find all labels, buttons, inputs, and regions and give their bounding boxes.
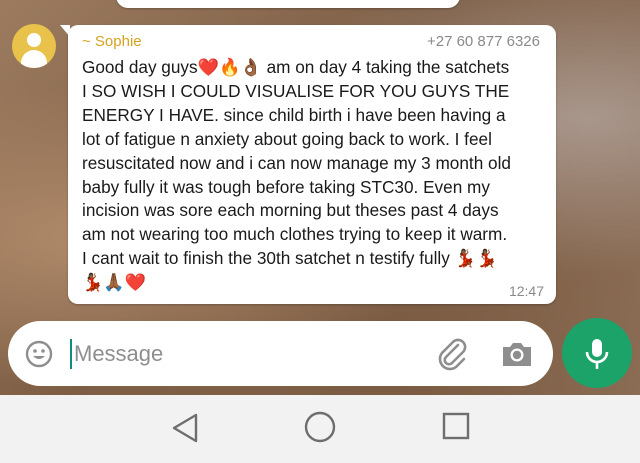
sender-avatar[interactable] [12,24,56,68]
sender-phone[interactable]: +27 60 877 6326 [427,33,540,50]
attach-icon[interactable] [436,337,468,371]
message-composer[interactable]: Message [8,321,553,386]
mic-icon [585,339,609,369]
avatar-head-shape [27,33,41,47]
camera-icon[interactable] [500,339,534,369]
text-caret [70,339,72,369]
message-bubble[interactable]: ~ Sophie +27 60 877 6326 Good day guys❤️… [68,25,556,304]
message-text: Good day guys❤️🔥👌🏾 am on day 4 taking th… [82,57,511,293]
previous-message-bubble[interactable] [116,0,460,8]
sender-name[interactable]: ~ Sophie [82,33,142,50]
message-time: 12:47 [508,283,544,299]
back-icon[interactable] [170,412,200,444]
system-navigation-bar [0,395,640,463]
recents-icon[interactable] [441,411,471,441]
home-icon[interactable] [303,410,337,444]
emoji-icon[interactable] [25,340,53,368]
voice-record-button[interactable] [562,318,632,388]
message-input[interactable]: Message [74,341,163,367]
avatar-body-shape [21,50,47,68]
